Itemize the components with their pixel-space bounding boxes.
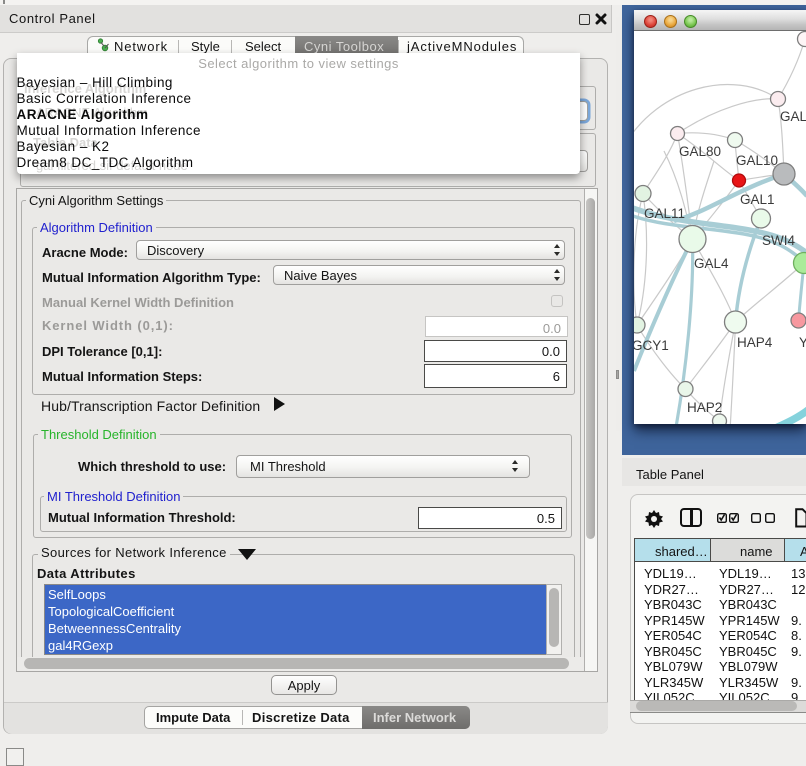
svg-text:GAL10: GAL10 xyxy=(736,153,778,168)
svg-text:GAL: GAL xyxy=(780,109,806,124)
svg-text:SWI4: SWI4 xyxy=(762,233,795,248)
svg-text:HAP2: HAP2 xyxy=(687,400,722,415)
svg-text:GAL1: GAL1 xyxy=(740,192,775,207)
svg-text:GCY1: GCY1 xyxy=(634,338,669,353)
svg-text:HAP4: HAP4 xyxy=(737,335,773,350)
svg-text:GAL11: GAL11 xyxy=(644,206,685,221)
svg-text:GAL80: GAL80 xyxy=(679,144,721,159)
svg-text:GAL4: GAL4 xyxy=(694,256,729,271)
svg-text:Y: Y xyxy=(799,335,806,350)
